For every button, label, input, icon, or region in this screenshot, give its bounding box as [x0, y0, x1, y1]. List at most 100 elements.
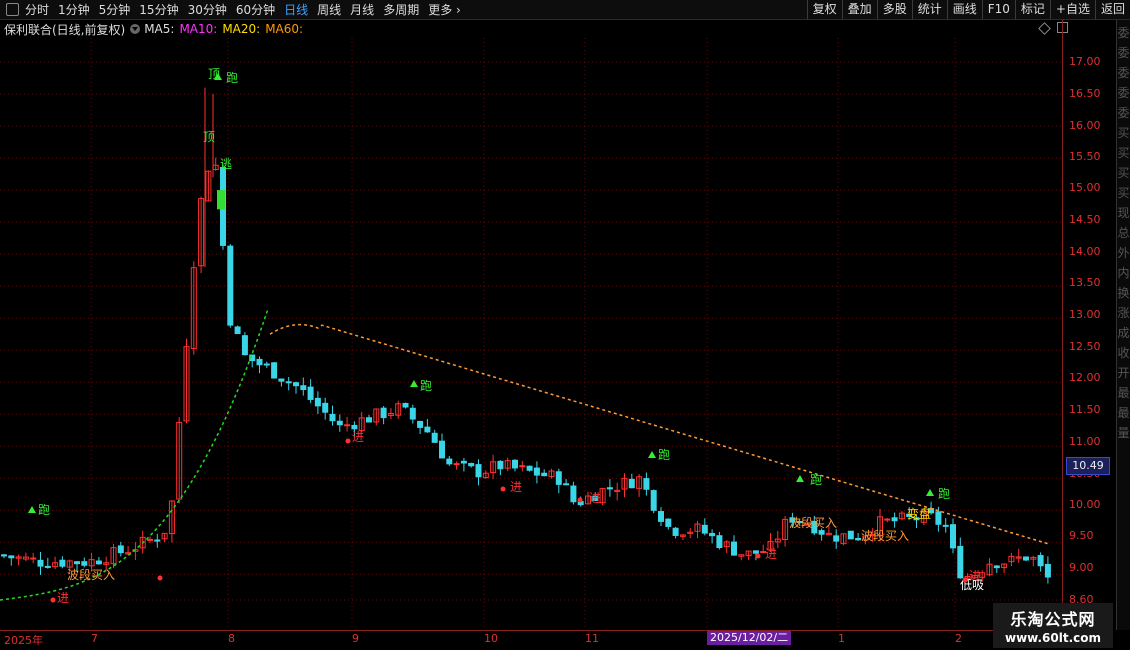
candle-body: [271, 362, 278, 379]
tab-15min[interactable]: 15分钟: [139, 1, 178, 18]
side-panel-glyph: 收: [1117, 346, 1130, 360]
current-price-tag: 10.49: [1066, 457, 1110, 475]
candle-body: [217, 190, 225, 210]
stats-button[interactable]: 统计: [911, 0, 947, 19]
time-label: 1: [838, 632, 845, 645]
tab-fenshi[interactable]: 分时: [25, 1, 49, 18]
candle-body: [336, 420, 343, 426]
price-tick-label: 9.00: [1069, 561, 1094, 574]
price-tick-label: 16.00: [1069, 119, 1101, 132]
stock-title: 保利联合(日线,前复权): [4, 22, 126, 37]
chart-annotation: 跑: [938, 487, 950, 501]
indicator-info-bar: 保利联合(日线,前复权) MA5: MA10: MA20: MA60:: [0, 20, 1070, 38]
candle-body: [409, 407, 416, 420]
candle-body: [752, 550, 759, 554]
add-watchlist-button[interactable]: +自选: [1049, 0, 1095, 19]
price-tick-label: 13.00: [1069, 308, 1101, 321]
candle-body: [570, 485, 577, 503]
candle-body: [241, 335, 248, 356]
candle-body: [468, 462, 475, 467]
tab-daily[interactable]: 日线: [284, 1, 308, 18]
entry-marker: [50, 597, 56, 603]
candle-body: [855, 538, 862, 541]
entry-marker: [755, 553, 761, 559]
candle-body: [701, 524, 708, 534]
candle-body: [942, 524, 949, 527]
candle-body: [950, 524, 956, 549]
price-tick-label: 9.50: [1069, 529, 1094, 542]
candle-body: [234, 326, 241, 335]
side-panel-glyph: 总: [1117, 226, 1130, 240]
diamond-icon[interactable]: [1038, 22, 1051, 35]
candle-body: [95, 560, 102, 565]
price-tick-label: 14.50: [1069, 213, 1101, 226]
multi-stock-button[interactable]: 多股: [876, 0, 912, 19]
kline-chart[interactable]: 顶跑顶逃跑跑跑跑跑进进进进进进波段买入 波段买入 波段买入 变盘 低吸: [0, 38, 1062, 630]
candle-body: [1044, 563, 1051, 578]
toolbar-right-buttons: 复权 叠加 多股 统计 画线 F10 标记 +自选 返回: [806, 0, 1130, 19]
candle-body: [643, 478, 650, 490]
candle-body: [314, 397, 321, 407]
time-label: 9: [352, 632, 359, 645]
candle-body: [431, 432, 438, 443]
tab-5min[interactable]: 5分钟: [99, 1, 131, 18]
candle-body: [402, 402, 409, 408]
candle-body: [957, 545, 964, 579]
chart-annotation: 波段买入: [67, 567, 115, 582]
mark-button[interactable]: 标记: [1014, 0, 1050, 19]
candle-body: [1, 554, 7, 557]
candle-body: [497, 460, 504, 470]
candle-body: [8, 555, 15, 559]
tab-1min[interactable]: 1分钟: [58, 1, 90, 18]
period-toolbar: 分时 1分钟 5分钟 15分钟 30分钟 60分钟 日线 周线 月线 多周期 更…: [0, 0, 1130, 20]
tab-multi-period[interactable]: 多周期: [383, 1, 419, 18]
candle-body: [716, 535, 723, 549]
side-panel-glyph: 委: [1117, 106, 1130, 120]
price-tick-label: 15.50: [1069, 150, 1101, 163]
fuquan-button[interactable]: 复权: [806, 0, 842, 19]
overlay-button[interactable]: 叠加: [841, 0, 877, 19]
candle-body: [731, 541, 737, 556]
draw-line-button[interactable]: 画线: [946, 0, 982, 19]
side-panel-glyph: 开: [1117, 366, 1130, 380]
candle-body: [475, 464, 482, 478]
candle-body: [628, 478, 635, 489]
time-label: 7: [91, 632, 98, 645]
watermark-title: 乐淘公式网: [1010, 610, 1096, 629]
ma20-label: MA20:: [222, 22, 261, 36]
price-tick-label: 12.50: [1069, 340, 1101, 353]
dropdown-icon[interactable]: [130, 24, 141, 34]
crosshair-date: 2025/12/02/二: [707, 631, 792, 645]
side-panel-glyph: 买: [1117, 166, 1130, 180]
chevron-right-icon: ›: [456, 3, 461, 17]
tab-weekly[interactable]: 周线: [317, 1, 341, 18]
tab-monthly[interactable]: 月线: [350, 1, 374, 18]
run-marker: [926, 489, 934, 496]
f10-button[interactable]: F10: [981, 0, 1015, 19]
candle-body: [446, 458, 453, 465]
tab-more-label: 更多: [428, 3, 453, 17]
time-label: 2025年: [4, 634, 43, 647]
time-label: 11: [585, 632, 599, 645]
ma60-label: MA60:: [265, 22, 304, 36]
entry-marker: [962, 577, 968, 583]
tab-60min[interactable]: 60分钟: [236, 1, 275, 18]
side-panel-glyph: 换: [1117, 286, 1130, 300]
candle-body: [154, 539, 161, 542]
side-panel-glyph: 买: [1117, 186, 1130, 200]
candle-body: [650, 490, 657, 511]
tab-30min[interactable]: 30分钟: [188, 1, 227, 18]
watermark-logo: 乐淘公式网 www.60lt.com: [993, 603, 1113, 648]
side-panel-glyph: 买: [1117, 146, 1130, 160]
layout-icon[interactable]: [6, 3, 19, 16]
candle-body: [30, 557, 37, 560]
back-button[interactable]: 返回: [1094, 0, 1130, 19]
candle-body: [658, 511, 664, 522]
chart-annotation: 波段买入: [789, 515, 837, 530]
chart-annotation: 进: [510, 480, 522, 494]
candle-body: [519, 465, 526, 468]
candle-body: [993, 565, 1000, 569]
candle-body: [285, 381, 292, 384]
tab-more[interactable]: 更多 ›: [428, 1, 461, 18]
side-panel-glyph: 委: [1117, 26, 1130, 40]
